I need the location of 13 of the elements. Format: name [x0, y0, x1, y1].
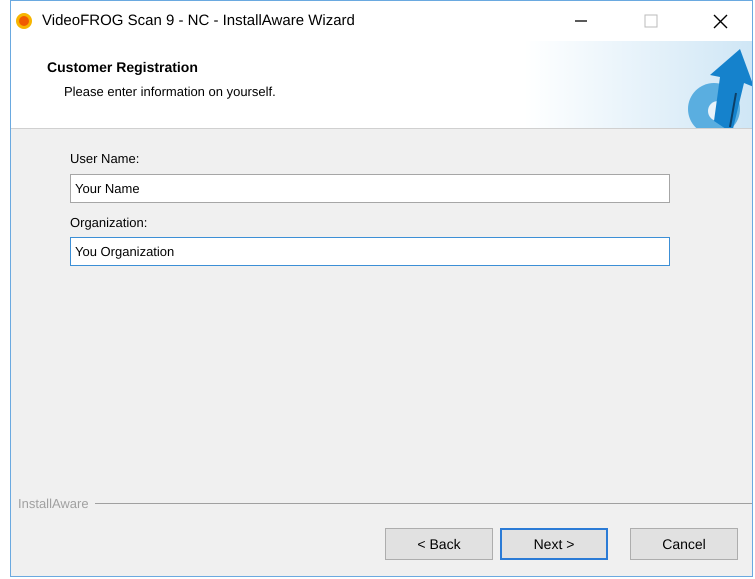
- page-title: Customer Registration: [47, 58, 199, 77]
- field-label: User Name:: [70, 150, 140, 168]
- input-field[interactable]: You Organization: [70, 237, 670, 266]
- brand-label: InstallAware: [18, 494, 89, 512]
- input-field[interactable]: Your Name: [70, 174, 670, 202]
- sun-icon: [15, 12, 33, 30]
- close-icon[interactable]: [713, 14, 728, 28]
- wizard-button[interactable]: < Back: [385, 528, 493, 560]
- page-subtitle: Please enter information on yourself.: [64, 83, 276, 101]
- field-label: Organization:: [70, 214, 148, 232]
- wizard-button[interactable]: Next >: [500, 528, 608, 560]
- window-title: VideoFROG Scan 9 - NC - InstallAware Wizard: [42, 10, 355, 31]
- wizard-button[interactable]: Cancel: [630, 528, 738, 560]
